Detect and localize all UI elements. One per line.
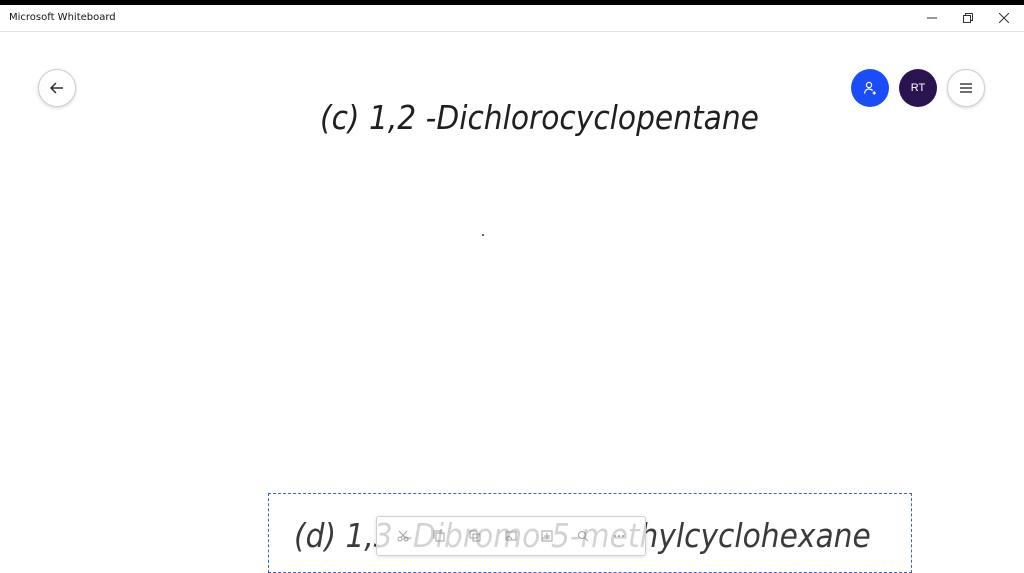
hamburger-menu-icon [960, 83, 972, 93]
title-bar: Microsoft Whiteboard [0, 5, 1024, 32]
zoom-tool[interactable] [575, 528, 591, 544]
more-tool[interactable] [611, 528, 627, 544]
minimize-icon [927, 17, 937, 19]
close-icon [999, 13, 1009, 23]
more-icon [614, 535, 624, 537]
arrow-left-icon [50, 82, 63, 94]
cut-icon [397, 530, 409, 542]
user-avatar[interactable]: RT [899, 69, 937, 107]
minimize-button[interactable] [914, 5, 950, 31]
back-button[interactable] [38, 69, 76, 107]
image-tool[interactable] [503, 528, 519, 544]
settings-menu-button[interactable] [947, 69, 985, 107]
ink-note-c[interactable]: (c) 1,2 -Dichlorocyclopentane [320, 98, 759, 137]
avatar-initials: RT [910, 82, 926, 94]
share-button[interactable] [851, 69, 889, 107]
close-button[interactable] [986, 5, 1022, 31]
add-tool[interactable] [539, 528, 555, 544]
app-title: Microsoft Whiteboard [9, 12, 116, 23]
copy-icon [433, 530, 445, 542]
restore-button[interactable] [950, 5, 986, 31]
zoom-icon [578, 531, 589, 542]
ink-dot [482, 234, 484, 236]
add-icon [541, 530, 553, 542]
image-icon [505, 531, 517, 541]
duplicate-tool[interactable] [467, 528, 483, 544]
cut-tool[interactable] [395, 528, 411, 544]
duplicate-icon [469, 530, 481, 542]
restore-icon [963, 13, 973, 23]
copy-tool[interactable] [431, 528, 447, 544]
person-share-icon [863, 81, 876, 95]
context-toolbar [376, 516, 646, 556]
